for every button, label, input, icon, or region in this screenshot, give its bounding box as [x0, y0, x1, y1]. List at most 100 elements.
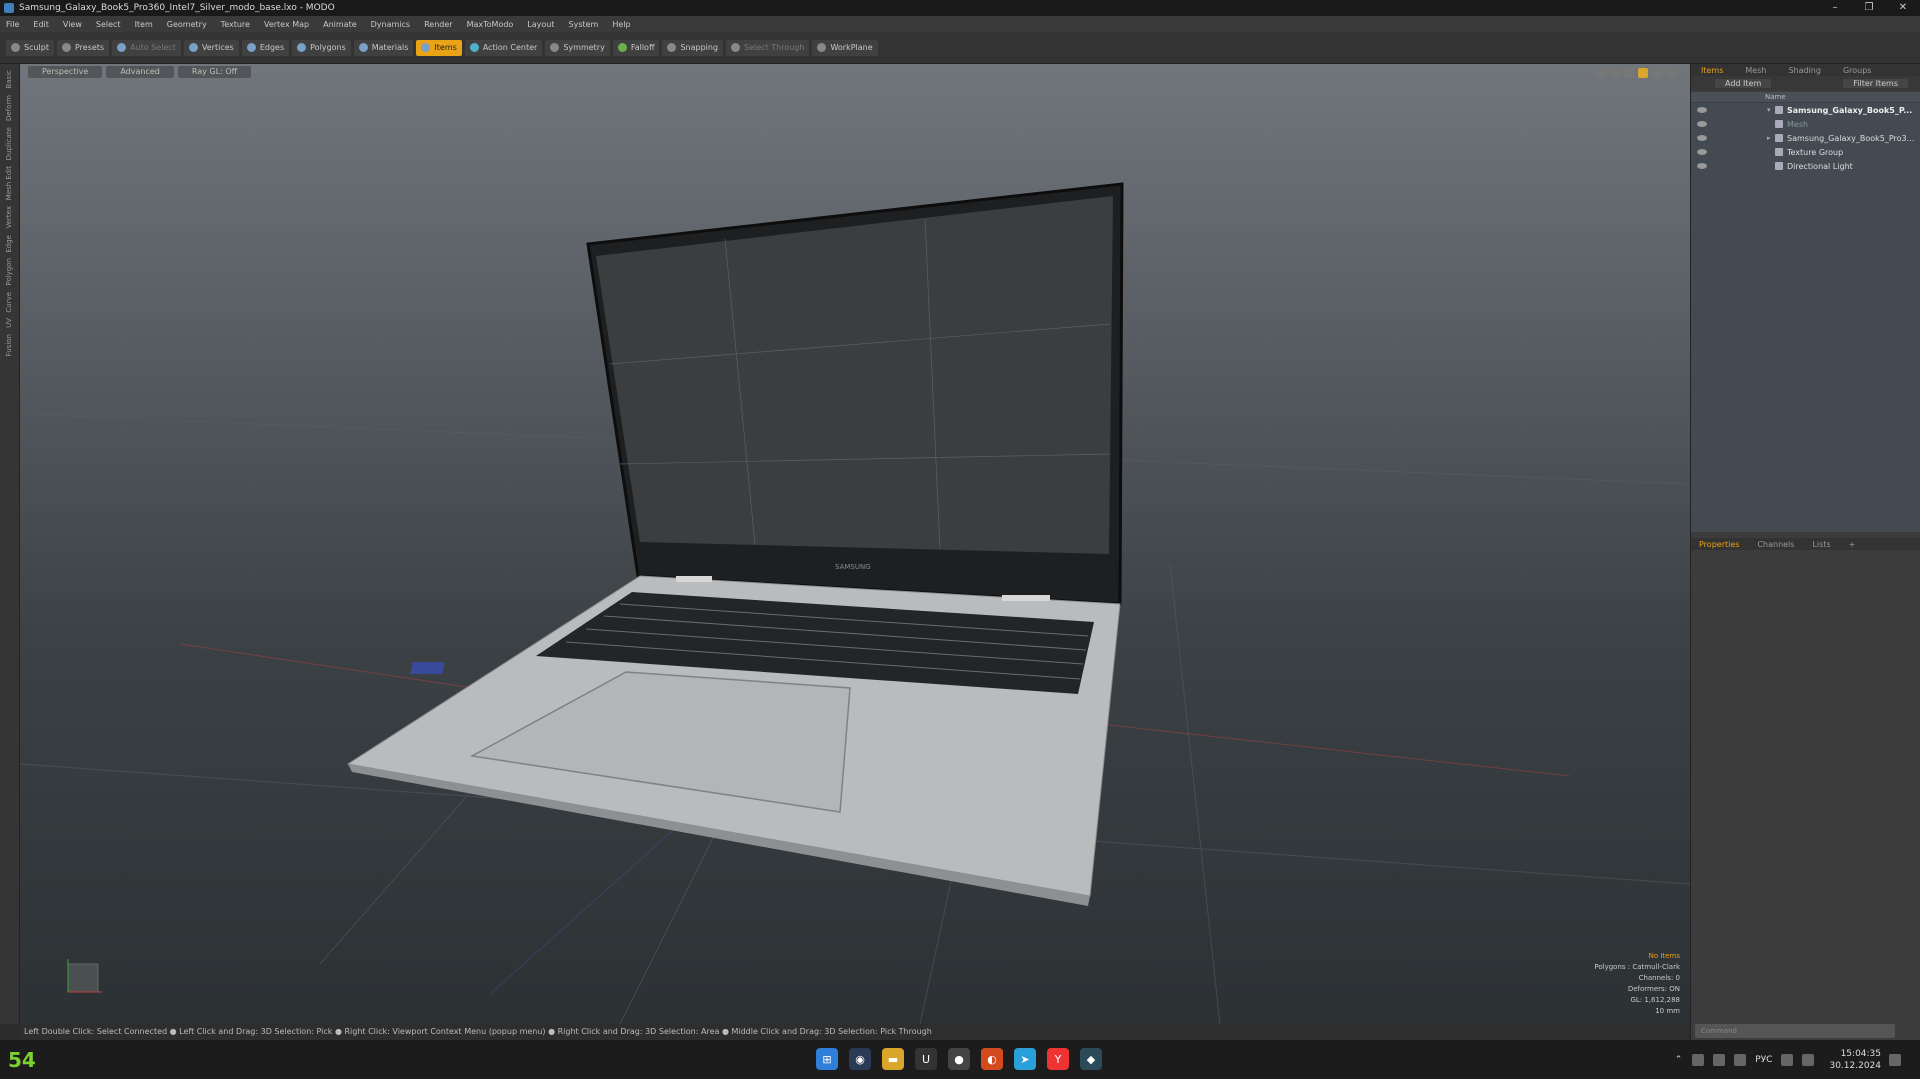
tab-ray-gl[interactable]: Ray GL: Off [177, 66, 252, 78]
eye-icon[interactable] [1697, 121, 1707, 127]
workplane-button[interactable]: WorkPlane [812, 39, 878, 56]
notification-bell-icon[interactable] [1889, 1054, 1901, 1066]
name-column-header: Name [1691, 92, 1920, 103]
add-tab-button[interactable]: + [1849, 540, 1856, 549]
shield-icon [297, 43, 307, 52]
caret-right-icon[interactable]: ▸ [1767, 134, 1775, 142]
tab-shading[interactable]: Shading [1788, 66, 1821, 75]
tree-item-label: Directional Light [1787, 161, 1853, 171]
3d-viewport[interactable]: SAMSUNG Perspective Advanced Ray GL: Off [20, 64, 1690, 1024]
menu-system[interactable]: System [569, 20, 599, 29]
menu-edit[interactable]: Edit [33, 20, 49, 29]
sculpt-button[interactable]: Sculpt [6, 39, 54, 56]
bluetooth-icon[interactable] [1692, 1054, 1705, 1066]
rotate-view-icon[interactable] [1610, 68, 1620, 78]
tab-perspective[interactable]: Perspective [28, 66, 103, 78]
clock[interactable]: 15:04:35 30.12.2024 [1829, 1048, 1881, 1072]
menu-select[interactable]: Select [96, 20, 121, 29]
tool-tab-uv[interactable]: UV [5, 318, 13, 328]
eye-icon[interactable] [1697, 107, 1707, 113]
menu-help[interactable]: Help [612, 20, 630, 29]
auto-select-button[interactable]: Auto Select [112, 39, 181, 56]
browser-icon[interactable]: ◐ [981, 1048, 1003, 1070]
items-panel-bar: Add Item Filter Items [1691, 76, 1920, 90]
monitor-icon[interactable] [1781, 1054, 1794, 1066]
menu-render[interactable]: Render [424, 20, 452, 29]
menu-dynamics[interactable]: Dynamics [371, 20, 410, 29]
tab-lists[interactable]: Lists [1812, 540, 1830, 549]
menu-view[interactable]: View [63, 20, 82, 29]
chevron-down-icon[interactable] [1666, 68, 1676, 78]
volume-icon[interactable] [1802, 1054, 1815, 1066]
add-item-button[interactable]: Add Item [1715, 78, 1772, 88]
tab-channels[interactable]: Channels [1757, 540, 1794, 549]
tool-tab-mesh-edit[interactable]: Mesh Edit [5, 166, 13, 200]
move-view-icon[interactable] [1596, 68, 1606, 78]
tab-items[interactable]: Items [1701, 66, 1723, 75]
tool-tab-curve[interactable]: Curve [5, 292, 13, 313]
tool-tab-duplicate[interactable]: Duplicate [5, 127, 13, 160]
maximize-button[interactable]: ❐ [1852, 0, 1886, 16]
github-icon[interactable]: ● [948, 1048, 970, 1070]
modo-taskbar-icon[interactable]: ◆ [1080, 1048, 1102, 1070]
tree-item-model[interactable]: ▸ Samsung_Galaxy_Book5_Pro3... [1691, 131, 1920, 145]
falloff-button[interactable]: Falloff [612, 39, 660, 56]
close-button[interactable]: ✕ [1886, 0, 1920, 16]
snapping-button[interactable]: Snapping [662, 39, 724, 56]
laptop-screen [596, 196, 1113, 554]
tab-advanced[interactable]: Advanced [106, 66, 174, 78]
menu-animate[interactable]: Animate [323, 20, 357, 29]
zoom-view-icon[interactable] [1624, 68, 1634, 78]
menu-maxtomodo[interactable]: MaxToModo [467, 20, 514, 29]
pen-icon[interactable] [1638, 68, 1648, 78]
tree-item-mesh[interactable]: Mesh [1691, 117, 1920, 131]
file-explorer-icon[interactable]: ▬ [882, 1048, 904, 1070]
tab-groups[interactable]: Groups [1843, 66, 1872, 75]
right-panel: Items Mesh Shading Groups Add Item Filte… [1690, 64, 1920, 1040]
select-through-button[interactable]: Select Through [726, 39, 810, 56]
gear-icon[interactable] [1652, 68, 1662, 78]
items-button[interactable]: Items [416, 39, 462, 56]
symmetry-button[interactable]: Symmetry [545, 39, 610, 56]
steam-tray-icon[interactable] [1713, 1054, 1726, 1066]
tree-item-scene[interactable]: ▾ Samsung_Galaxy_Book5_P... [1691, 103, 1920, 117]
yandex-browser-icon[interactable]: Y [1047, 1048, 1069, 1070]
tab-mesh[interactable]: Mesh [1745, 66, 1766, 75]
telegram-icon[interactable]: ➤ [1014, 1048, 1036, 1070]
steam-icon[interactable]: ◉ [849, 1048, 871, 1070]
menu-geometry[interactable]: Geometry [167, 20, 207, 29]
menu-texture[interactable]: Texture [221, 20, 250, 29]
menu-vertex-map[interactable]: Vertex Map [264, 20, 309, 29]
presets-button[interactable]: Presets [56, 39, 110, 56]
tool-tab-polygon[interactable]: Polygon [5, 258, 13, 286]
command-input[interactable]: Command [1695, 1024, 1895, 1038]
minimize-button[interactable]: – [1818, 0, 1852, 16]
properties-panel-tabs: Properties Channels Lists + [1691, 538, 1920, 550]
eye-icon[interactable] [1697, 135, 1707, 141]
action-center-button[interactable]: Action Center [464, 39, 543, 56]
menu-layout[interactable]: Layout [527, 20, 554, 29]
tool-tab-fusion[interactable]: Fusion [5, 334, 13, 356]
menu-item[interactable]: Item [135, 20, 153, 29]
tool-tab-edge[interactable]: Edge [5, 235, 13, 253]
unreal-engine-icon[interactable]: U [915, 1048, 937, 1070]
caret-down-icon[interactable]: ▾ [1767, 106, 1775, 114]
language-indicator[interactable]: РУС [1755, 1055, 1772, 1065]
tree-item-directional-light[interactable]: Directional Light [1691, 159, 1920, 173]
tab-properties[interactable]: Properties [1699, 540, 1739, 549]
tool-tab-basic[interactable]: Basic [5, 70, 13, 89]
tree-item-texture-group[interactable]: Texture Group [1691, 145, 1920, 159]
menu-file[interactable]: File [6, 20, 19, 29]
edges-button[interactable]: Edges [241, 39, 290, 56]
eye-icon[interactable] [1697, 163, 1707, 169]
eye-icon[interactable] [1697, 149, 1707, 155]
filter-items-button[interactable]: Filter Items [1843, 78, 1908, 88]
tool-tab-vertex[interactable]: Vertex [5, 206, 13, 229]
windows-start-icon[interactable]: ⊞ [816, 1048, 838, 1070]
tool-tab-deform[interactable]: Deform [5, 95, 13, 121]
vertices-button[interactable]: Vertices [183, 39, 239, 56]
chevron-up-icon[interactable]: ⌃ [1675, 1055, 1683, 1065]
polygons-button[interactable]: Polygons [292, 39, 351, 56]
network-tray-icon[interactable] [1734, 1054, 1747, 1066]
materials-button[interactable]: Materials [353, 39, 414, 56]
